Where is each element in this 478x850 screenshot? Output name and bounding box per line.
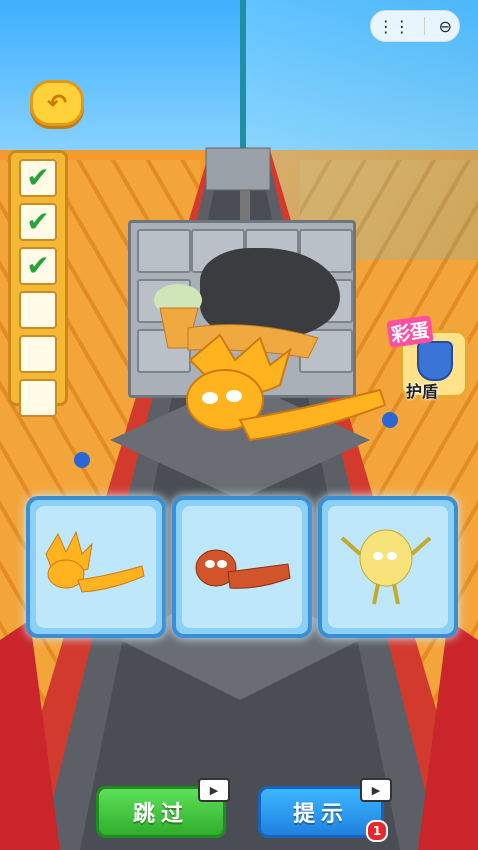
shield-label: 护盾	[406, 382, 439, 401]
progress-check-5	[19, 335, 57, 373]
circle-minus-icon[interactable]: ⊖	[439, 17, 452, 36]
flame-fry-character	[186, 333, 387, 442]
undo-arrow-icon: ↶	[46, 89, 68, 117]
cabbage-figure	[340, 529, 432, 605]
choice-card-3[interactable]	[318, 496, 458, 638]
skip-button-label: 跳过	[132, 802, 189, 827]
red-sausage-figure	[195, 549, 291, 589]
level-progress-checklist: ✔ ✔ ✔	[8, 150, 68, 417]
video-ad-icon: ▶	[360, 778, 392, 802]
progress-check-2: ✔	[19, 203, 57, 241]
mini-program-capsule: ⋮⋮ ⊖	[370, 10, 460, 42]
more-dots-icon[interactable]: ⋮⋮	[378, 17, 410, 36]
video-ad-icon: ▶	[198, 778, 230, 802]
progress-check-3: ✔	[19, 247, 57, 285]
progress-check-4	[19, 291, 57, 329]
progress-check-1: ✔	[19, 159, 57, 197]
shield-icon	[417, 341, 453, 381]
choice-card-2[interactable]	[172, 496, 312, 638]
game-scene	[0, 0, 478, 850]
progress-check-6	[19, 379, 57, 417]
shield-powerup-button[interactable]: 彩蛋 护盾	[386, 315, 470, 404]
hint-button-label: 提示	[292, 802, 349, 827]
choice-card-1[interactable]	[26, 496, 166, 638]
answer-choices	[26, 496, 458, 638]
back-button[interactable]: ↶	[30, 80, 84, 126]
wall-plate	[137, 229, 191, 273]
golden-flame-fry-figure	[45, 530, 145, 593]
hint-count-badge: 1	[366, 820, 388, 842]
capsule-divider	[423, 17, 425, 35]
